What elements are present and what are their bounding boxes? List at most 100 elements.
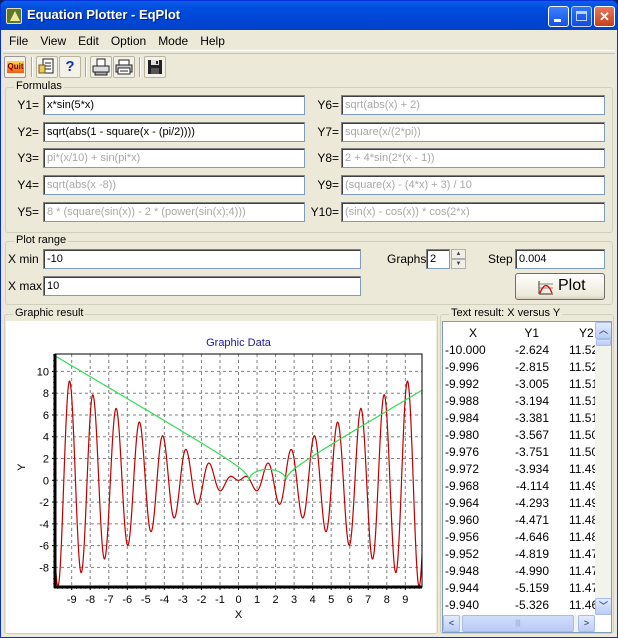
formula-input-y5[interactable]: 8 * (square(sin(x)) - 2 * (power(sin(x);…	[43, 202, 305, 222]
column-header-x: X	[469, 326, 478, 340]
x-tick-label: 9	[402, 594, 408, 606]
formula-label-y10: Y10=	[310, 205, 339, 219]
table-row: -9.996 -2.815 11.523	[443, 360, 605, 377]
y-tick-label: -8	[39, 562, 49, 574]
cell-y1: -4.819	[514, 547, 549, 561]
formula-input-y7[interactable]: square(x/(2*pi))	[341, 122, 605, 142]
scroll-left-icon[interactable]: <	[443, 615, 460, 632]
x-tick-label: -5	[141, 594, 151, 606]
cell-y1: -3.934	[514, 462, 549, 476]
table-row: -9.964 -4.293 11.491	[443, 496, 605, 513]
graphs-input[interactable]: 2	[426, 249, 450, 269]
toolbar: Quit ?	[3, 53, 615, 79]
table-header: X Y1 Y2	[443, 326, 603, 343]
plot-button[interactable]: Plot	[515, 273, 605, 300]
formula-input-y4[interactable]: sqrt(abs(x -8))	[43, 175, 305, 195]
table-row: -9.960 -4.471 11.487	[443, 513, 605, 530]
y-tick-label: 10	[37, 366, 49, 378]
menu-view[interactable]: View	[34, 31, 72, 50]
cell-y1: -4.990	[514, 564, 549, 578]
x-tick-label: 2	[273, 594, 279, 606]
table-row: -9.948 -4.990 11.475	[443, 564, 605, 581]
text-result-table[interactable]: X Y1 Y2 -10.000 -2.624 11.52 -9.996 -2.815 11.52…	[442, 321, 612, 633]
cell-x: -9.984	[445, 411, 480, 425]
y-tick-label: 8	[43, 388, 49, 400]
app-window: Equation Plotter - EqPlot ✕ File View Ed…	[0, 0, 618, 638]
step-input[interactable]: 0.004	[515, 249, 605, 269]
minimize-icon	[554, 19, 561, 22]
scroll-down-icon[interactable]: ﹀	[595, 598, 611, 615]
formula-label-y9: Y9=	[317, 178, 339, 192]
horizontal-scroll-thumb[interactable]: |||	[462, 615, 574, 632]
save-button[interactable]	[144, 56, 166, 78]
cell-x: -9.976	[445, 445, 480, 459]
formula-input-y6[interactable]: sqrt(abs(x) + 2)	[341, 95, 605, 115]
close-button[interactable]: ✕	[594, 6, 615, 27]
x-axis-label: X	[235, 609, 243, 621]
close-icon: ✕	[599, 9, 610, 24]
y-axis-label: Y	[16, 463, 28, 471]
quit-button[interactable]: Quit	[4, 56, 26, 78]
cell-x: -9.964	[445, 496, 480, 510]
chart: Graphic Data-9 -8 -7 -6 -5 -4 -3 -2 -1 0 1 2 3 4 5 6 7 8 9…	[16, 337, 423, 621]
vertical-scroll-thumb[interactable]	[596, 339, 611, 346]
menu-help[interactable]: Help	[194, 31, 231, 50]
cell-x: -9.948	[445, 564, 480, 578]
spin-up-icon[interactable]: ▲	[451, 249, 466, 259]
column-header-y1: Y1	[524, 326, 539, 340]
minimize-button[interactable]	[548, 6, 569, 27]
xmax-label: X max	[8, 279, 43, 293]
table-row: -9.992 -3.005 11.519	[443, 377, 605, 394]
table-row: -9.944 -5.159 11.471	[443, 581, 605, 598]
formula-input-y3[interactable]: pi*(x/10) + sin(pi*x)	[43, 148, 305, 168]
cell-x: -9.944	[445, 581, 480, 595]
cell-x: -9.996	[445, 360, 480, 374]
formula-input-y9[interactable]: (square(x) - (4*x) + 3) / 10	[341, 175, 605, 195]
maximize-button[interactable]	[571, 6, 592, 27]
graph-panel[interactable]: Graphic Data -9 -8 -7 -6 -5 -4 -3 -2 -1 0 1 2 3 4 5 6 7 8 9…	[6, 321, 436, 633]
app-logo-icon	[6, 8, 22, 24]
x-tick-label: 0	[235, 594, 241, 606]
xmax-input[interactable]: 10	[43, 276, 361, 296]
graphs-stepper[interactable]: ▲ ▼	[451, 249, 466, 269]
cell-y1: -3.381	[514, 411, 549, 425]
x-tick-label: 5	[328, 594, 334, 606]
title-bar[interactable]: Equation Plotter - EqPlot ✕	[1, 1, 617, 30]
document-button[interactable]	[36, 56, 58, 78]
scroll-up-icon[interactable]: ︿	[595, 322, 611, 339]
vertical-scrollbar[interactable]: ︿ ﹀	[595, 322, 611, 615]
scroll-right-icon[interactable]: >	[578, 615, 595, 632]
menu-bar: File View Edit Option Mode Help	[3, 31, 615, 51]
spin-down-icon[interactable]: ▼	[451, 259, 466, 269]
cell-y1: -3.194	[514, 394, 549, 408]
x-tick-label: -7	[104, 594, 114, 606]
y-tick-label: 6	[43, 410, 49, 422]
window-title: Equation Plotter - EqPlot	[27, 7, 181, 22]
formula-input-y1[interactable]: x*sin(5*x)	[43, 95, 305, 115]
formula-input-y8[interactable]: 2 + 4*sin(2*(x - 1))	[341, 148, 605, 168]
text-result-legend: Text result: X versus Y	[449, 307, 563, 319]
y-tick-label: 4	[43, 432, 49, 444]
print-preview-button[interactable]	[90, 56, 112, 78]
chart-title: Graphic Data	[206, 337, 272, 349]
formula-input-y10[interactable]: (sin(x) - cos(x)) * cos(2*x)	[341, 202, 605, 222]
y-tick-label: -2	[39, 497, 49, 509]
x-tick-label: -6	[122, 594, 132, 606]
cell-x: -9.980	[445, 428, 480, 442]
formula-input-y2[interactable]: sqrt(abs(1 - square(x - (pi/2))))	[43, 122, 305, 142]
menu-edit[interactable]: Edit	[72, 31, 105, 50]
menu-option[interactable]: Option	[105, 31, 152, 50]
horizontal-scrollbar[interactable]: < ||| >	[443, 615, 595, 632]
cell-x: -9.992	[445, 377, 480, 391]
help-button[interactable]: ?	[59, 56, 81, 78]
x-tick-label: -1	[215, 594, 225, 606]
menu-file[interactable]: File	[3, 31, 34, 50]
printer-icon	[115, 59, 133, 75]
xmin-input[interactable]: -10	[43, 249, 361, 269]
table-row: -10.000 -2.624 11.52	[443, 343, 603, 360]
table-row: -9.940 -5.326 11.467	[443, 598, 605, 615]
print-button[interactable]	[113, 56, 135, 78]
menu-mode[interactable]: Mode	[152, 31, 194, 50]
y-tick-label: 2	[43, 454, 49, 466]
x-tick-label: 1	[254, 594, 260, 606]
